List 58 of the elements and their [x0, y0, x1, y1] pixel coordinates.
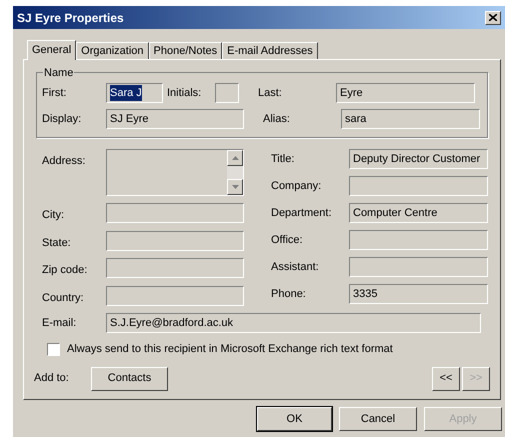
- field-label: Phone:: [271, 286, 307, 302]
- close-icon: [489, 14, 497, 21]
- text-field[interactable]: [106, 258, 244, 278]
- field-label: Department:: [271, 206, 333, 221]
- address-field[interactable]: [106, 149, 244, 196]
- field-label: E-mail:: [42, 316, 78, 331]
- field-value: Computer Centre: [353, 206, 438, 221]
- field-label: Add to:: [34, 371, 70, 386]
- scroll-up-icon[interactable]: [232, 156, 238, 160]
- text-field[interactable]: S.J.Eyre@bradford.ac.uk: [106, 313, 481, 333]
- field-label: Assistant:: [271, 260, 320, 275]
- field-label: Zip code:: [42, 263, 88, 278]
- tab[interactable]: Organization: [76, 42, 149, 59]
- text-field[interactable]: [106, 286, 244, 306]
- field-label: Last:: [257, 86, 283, 101]
- dialog-button[interactable]: OK: [257, 407, 332, 431]
- text-field[interactable]: Sara J: [106, 83, 163, 103]
- tab[interactable]: Phone/Notes: [148, 42, 222, 59]
- field-value: sara: [345, 112, 366, 127]
- field-label: First:: [42, 86, 68, 101]
- text-field[interactable]: 3335: [349, 284, 488, 304]
- field-label: Alias:: [262, 112, 291, 127]
- field-label: Country:: [42, 290, 85, 306]
- field-value: S.J.Eyre@bradford.ac.uk: [110, 316, 234, 331]
- text-field[interactable]: sara: [341, 109, 480, 129]
- text-field[interactable]: Computer Centre: [349, 203, 488, 223]
- text-field[interactable]: Eyre: [336, 83, 475, 103]
- contacts-button[interactable]: Contacts: [91, 366, 168, 390]
- field-label: Display:: [42, 112, 82, 127]
- text-field[interactable]: [349, 230, 488, 250]
- field-value: Eyre: [340, 86, 363, 101]
- field-label: Address:: [42, 154, 86, 169]
- scroll-down-icon[interactable]: [232, 185, 238, 189]
- tab[interactable]: E-mail Addresses: [222, 42, 318, 59]
- text-field[interactable]: Deputy Director Customer: [349, 149, 488, 169]
- field-label: City:: [42, 208, 65, 223]
- checkbox[interactable]: [47, 342, 60, 356]
- field-label: Office:: [271, 232, 304, 248]
- tab[interactable]: General: [27, 40, 76, 60]
- field-label: Initials:: [166, 86, 202, 101]
- field-label: Title:: [271, 152, 296, 167]
- text-field[interactable]: [349, 176, 488, 196]
- field-value: Sara J: [110, 84, 142, 102]
- field-label: Company:: [271, 178, 322, 194]
- text-field[interactable]: [106, 230, 244, 250]
- field-value: 3335: [353, 286, 378, 302]
- nav-button[interactable]: <<: [432, 366, 460, 390]
- text-field[interactable]: [349, 257, 488, 277]
- text-field[interactable]: [106, 203, 244, 223]
- text-field[interactable]: [215, 83, 239, 103]
- dialog-button[interactable]: Cancel: [339, 407, 417, 431]
- field-value: Deputy Director Customer: [353, 152, 480, 167]
- field-label: State:: [42, 236, 72, 250]
- field-value: SJ Eyre: [110, 112, 149, 127]
- close-button[interactable]: [485, 10, 501, 24]
- window-title: SJ Eyre Properties: [17, 10, 124, 26]
- checkbox-label: Always send to this recipient in Microsoft Exchange rich text format: [67, 342, 393, 357]
- text-field[interactable]: SJ Eyre: [106, 109, 244, 129]
